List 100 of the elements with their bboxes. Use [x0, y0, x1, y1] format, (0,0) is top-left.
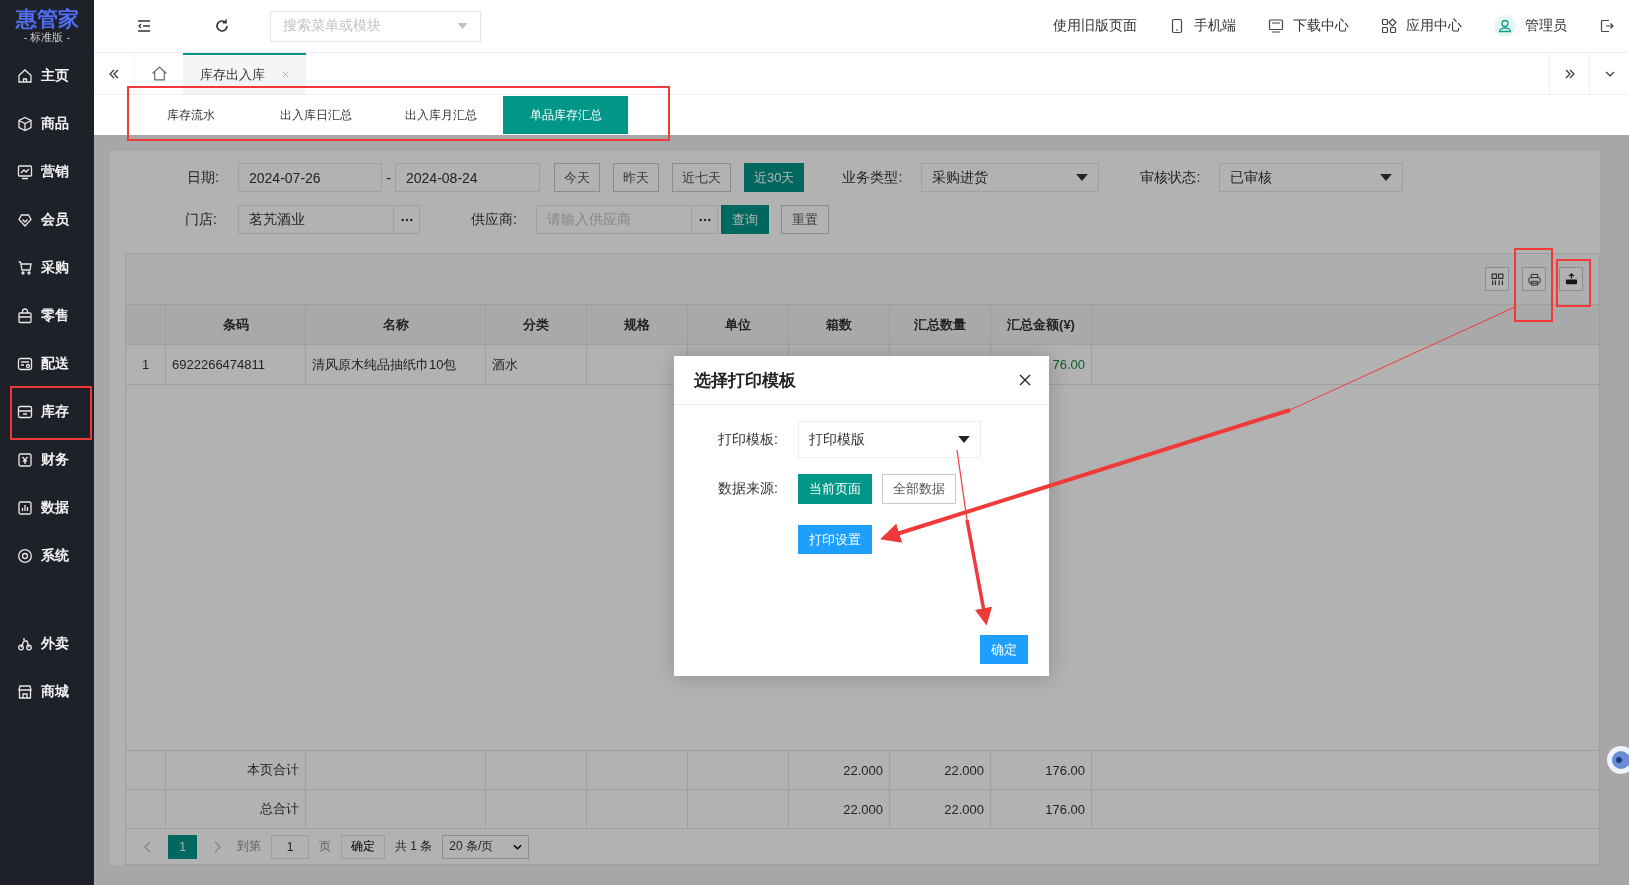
sidebar-item[interactable]: 营销: [0, 148, 94, 196]
sidebar-item[interactable]: 库存: [0, 388, 94, 436]
close-icon[interactable]: [1019, 374, 1031, 386]
bag-icon: [17, 308, 33, 324]
business-type-select[interactable]: 采购进货: [921, 163, 1100, 192]
refresh-icon[interactable]: [214, 18, 230, 34]
sub-tab[interactable]: 单品库存汇总: [503, 96, 628, 134]
bike-icon: [17, 636, 33, 652]
menu-fold-icon[interactable]: [136, 18, 152, 34]
column-header: 分类: [486, 305, 587, 344]
column-header: 汇总金额(¥): [991, 305, 1092, 344]
range-separator: -: [385, 169, 392, 186]
data-source-option[interactable]: 当前页面: [798, 473, 872, 504]
page-size-select[interactable]: 20 条/页: [442, 834, 530, 859]
logout-icon[interactable]: [1599, 18, 1615, 34]
home-icon: [17, 68, 33, 84]
store-field[interactable]: 茗艽酒业: [238, 205, 394, 234]
shop-icon: [17, 684, 33, 700]
table-cell: 22.000: [789, 751, 890, 789]
cart-icon: [17, 260, 33, 276]
field-label: 打印模板:: [717, 430, 778, 449]
field-label: 审核状态:: [1140, 168, 1202, 187]
export-button[interactable]: [1559, 267, 1583, 291]
total-count: 共 1 条: [395, 838, 433, 855]
date-range-button[interactable]: 今天: [554, 163, 600, 192]
field-label: 门店:: [185, 210, 218, 229]
floating-widget-icon[interactable]: [1606, 745, 1629, 775]
data-source-option[interactable]: 全部数据: [882, 473, 956, 504]
export-icon: [1564, 272, 1578, 286]
dialog-title: 选择打印模板: [694, 369, 796, 392]
home-icon: [150, 65, 168, 82]
template-select[interactable]: 打印模版: [798, 421, 981, 458]
double-chevron-left-icon: [108, 67, 120, 80]
audit-status-select[interactable]: 已审核: [1219, 163, 1404, 192]
apps-icon: [1381, 18, 1397, 34]
header-link[interactable]: 应用中心: [1406, 17, 1462, 35]
reset-button[interactable]: 重置: [781, 205, 829, 234]
table-cell: 6922266474811: [166, 345, 306, 384]
table-cell: 清风原木纯品抽纸巾10包: [306, 345, 486, 384]
monitor-icon: [1268, 18, 1284, 34]
double-chevron-right-icon: [1563, 67, 1576, 80]
sidebar-item[interactable]: 主页: [0, 52, 94, 100]
phone-icon: [1169, 18, 1185, 34]
columns-button[interactable]: [1485, 267, 1509, 291]
header-link[interactable]: 管理员: [1525, 17, 1567, 35]
logo-subtitle: - 标准版 -: [23, 30, 71, 44]
column-header: 箱数: [789, 305, 890, 344]
page-tab[interactable]: 库存出入库: [183, 53, 306, 94]
sidebar-item[interactable]: 会员: [0, 196, 94, 244]
chevron-down-icon: [513, 843, 523, 850]
target-icon: [17, 548, 33, 564]
date-field[interactable]: 2024-07-26: [238, 163, 382, 192]
date-field[interactable]: 2024-08-24: [395, 163, 540, 192]
grid-icon: [1490, 272, 1504, 286]
caret-icon: [1076, 174, 1089, 181]
table-cell: 22.000: [890, 790, 991, 828]
bars-icon: [17, 500, 33, 516]
row-number: 1: [126, 345, 166, 384]
page-unit: 页: [319, 838, 331, 855]
summary-label: 总合计: [166, 790, 306, 828]
sidebar-item[interactable]: 财务: [0, 436, 94, 484]
sidebar-item[interactable]: 系统: [0, 532, 94, 580]
sidebar-item[interactable]: 商城: [0, 668, 94, 716]
field-label: 供应商:: [471, 210, 518, 229]
page-input[interactable]: 1: [271, 834, 309, 859]
goto-button[interactable]: 确定: [341, 834, 385, 859]
column-header: 单位: [688, 305, 789, 344]
sub-tab[interactable]: 出入库月汇总: [378, 96, 503, 134]
header-link[interactable]: 手机端: [1194, 17, 1236, 35]
sidebar-item[interactable]: 数据: [0, 484, 94, 532]
chart-icon: [17, 164, 33, 180]
print-button[interactable]: [1522, 267, 1546, 291]
sub-tab[interactable]: 出入库日汇总: [253, 96, 378, 134]
column-header: 规格: [587, 305, 688, 344]
printer-icon: [1527, 272, 1541, 286]
sidebar-item[interactable]: 外卖: [0, 620, 94, 668]
sidebar-item[interactable]: 配送: [0, 340, 94, 388]
more-icon: [698, 217, 711, 222]
summary-label: 本页合计: [166, 751, 306, 789]
table-cell: 酒水: [486, 345, 587, 384]
column-header: 名称: [306, 305, 486, 344]
goto-label: 到第: [237, 838, 261, 855]
caret-icon: [958, 436, 970, 443]
header-link[interactable]: 下载中心: [1293, 17, 1349, 35]
sidebar-item[interactable]: 商品: [0, 100, 94, 148]
logo-title: 惠管家: [15, 8, 79, 30]
field-label: 业务类型:: [842, 168, 904, 187]
caret-icon: [1380, 174, 1393, 181]
header-link[interactable]: 使用旧版页面: [1053, 17, 1137, 35]
highlight-frame: [1556, 259, 1591, 307]
date-range-button[interactable]: 昨天: [613, 163, 659, 192]
caret-icon: [457, 23, 468, 29]
yen-icon: [17, 452, 33, 468]
date-range-button[interactable]: 近七天: [672, 163, 731, 192]
field-label: 日期:: [187, 168, 220, 187]
box-icon: [17, 116, 33, 132]
sub-tab[interactable]: 库存流水: [128, 96, 253, 134]
sidebar-item[interactable]: 采购: [0, 244, 94, 292]
sidebar-item[interactable]: 零售: [0, 292, 94, 340]
column-header: 条码: [166, 305, 306, 344]
